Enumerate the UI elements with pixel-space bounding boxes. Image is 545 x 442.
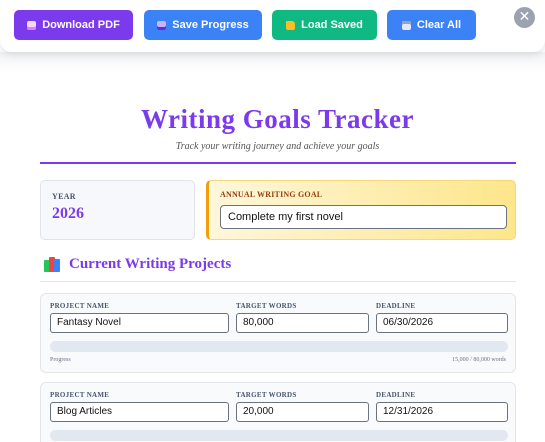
floppy-disk-icon	[157, 20, 167, 30]
load-saved-button[interactable]: Load Saved	[272, 10, 377, 40]
deadline-label: DEADLINE	[376, 391, 416, 399]
progress-label: Progress	[50, 357, 71, 363]
annual-goal-card: ANNUAL WRITING GOAL Complete my first no…	[206, 180, 516, 240]
projects-section-header: Current Writing Projects	[44, 256, 231, 273]
folder-icon	[286, 20, 296, 30]
download-pdf-button[interactable]: Download PDF	[14, 10, 133, 40]
page-title: Writing Goals Tracker	[141, 104, 414, 134]
clear-all-label: Clear All	[416, 19, 462, 31]
target-words-input[interactable]: 20,000	[236, 402, 369, 422]
year-value[interactable]: 2026	[52, 205, 84, 223]
year-card: YEAR 2026	[40, 180, 195, 240]
project-card: PROJECT NAME TARGET WORDS DEADLINE Blog …	[40, 382, 516, 442]
close-icon[interactable]: ✕	[514, 7, 535, 28]
project-name-label: PROJECT NAME	[50, 391, 110, 399]
project-name-input[interactable]: Fantasy Novel	[50, 313, 229, 333]
trash-icon	[401, 20, 411, 30]
annual-goal-label: ANNUAL WRITING GOAL	[220, 190, 323, 199]
toolbar: Download PDF Save Progress Load Saved Cl…	[0, 0, 545, 52]
target-words-label: TARGET WORDS	[236, 302, 297, 310]
progress-count: 15,000 / 80,000 words	[452, 357, 506, 363]
toolbar-shadow	[0, 52, 545, 72]
pdf-icon	[27, 20, 37, 30]
progress-bar	[50, 341, 508, 352]
deadline-input[interactable]: 12/31/2026	[376, 402, 508, 422]
deadline-label: DEADLINE	[376, 302, 416, 310]
clear-all-button[interactable]: Clear All	[387, 10, 476, 40]
page-subtitle: Track your writing journey and achieve y…	[175, 141, 380, 152]
projects-section-title: Current Writing Projects	[69, 256, 232, 272]
download-pdf-label: Download PDF	[42, 19, 120, 31]
deadline-input[interactable]: 06/30/2026	[376, 313, 508, 333]
save-progress-button[interactable]: Save Progress	[144, 10, 262, 40]
load-saved-label: Load Saved	[301, 19, 363, 31]
project-card: PROJECT NAME TARGET WORDS DEADLINE Fanta…	[40, 293, 516, 373]
target-words-input[interactable]: 80,000	[236, 313, 369, 333]
progress-bar	[50, 430, 508, 441]
target-words-label: TARGET WORDS	[236, 391, 297, 399]
project-name-input[interactable]: Blog Articles	[50, 402, 229, 422]
section-divider	[40, 281, 516, 282]
title-divider	[40, 162, 516, 164]
project-name-label: PROJECT NAME	[50, 302, 110, 310]
save-progress-label: Save Progress	[172, 19, 249, 31]
year-label: YEAR	[52, 192, 76, 201]
annual-goal-input[interactable]: Complete my first novel	[220, 205, 507, 229]
books-icon	[44, 257, 61, 272]
